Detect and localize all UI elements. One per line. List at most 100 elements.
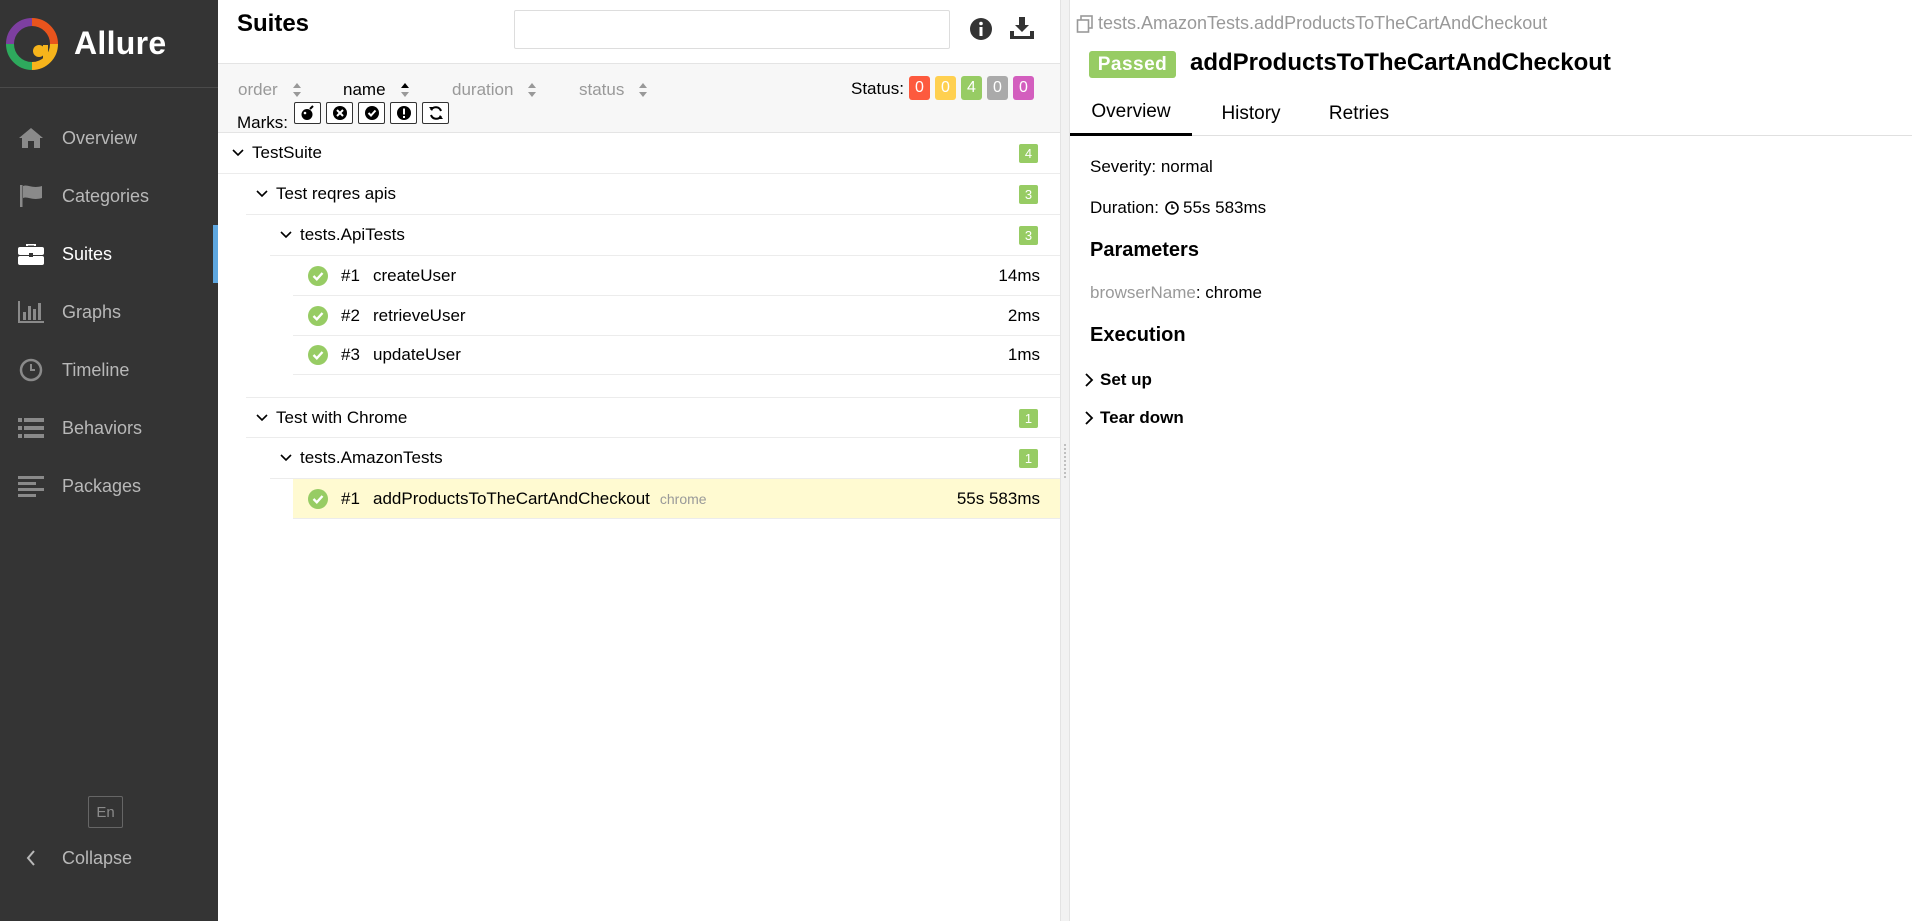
brand[interactable]: Allure — [0, 0, 218, 88]
status-badge-failed[interactable]: 0 — [909, 76, 930, 100]
info-icon[interactable] — [969, 17, 993, 46]
sidebar-item-packages[interactable]: Packages — [0, 457, 218, 515]
sidebar-item-suites[interactable]: Suites — [0, 225, 218, 283]
sidebar-item-timeline[interactable]: Timeline — [0, 341, 218, 399]
page-title: Suites — [237, 10, 310, 37]
sort-status[interactable]: status — [579, 80, 648, 100]
tree-group-name: tests.AmazonTests — [300, 448, 443, 467]
tab-overview[interactable]: Overview — [1070, 91, 1192, 136]
sort-duration[interactable]: duration — [452, 80, 537, 100]
sidebar-item-label: Graphs — [62, 301, 122, 322]
tree-group-testsuite[interactable]: TestSuite 4 — [218, 133, 1060, 174]
sidebar-item-label: Suites — [62, 243, 113, 264]
test-number: #1 — [341, 488, 360, 508]
mark-new-passed-button[interactable] — [358, 102, 385, 124]
setup-step[interactable]: Set up — [1084, 370, 1152, 390]
briefcase-icon — [16, 241, 46, 267]
sidebar-item-label: Overview — [62, 127, 138, 148]
parameter-name: browserName — [1090, 283, 1196, 302]
sidebar-item-graphs[interactable]: Graphs — [0, 283, 218, 341]
chevron-down-icon — [254, 190, 270, 198]
sort-icon — [528, 83, 537, 97]
chevron-down-icon — [278, 454, 294, 462]
clock-icon — [16, 357, 46, 383]
status-badge-skipped[interactable]: 0 — [987, 76, 1008, 100]
align-left-icon — [16, 473, 46, 499]
test-title: addProductsToTheCartAndCheckout — [1190, 49, 1611, 76]
chevron-down-icon — [278, 231, 294, 239]
test-fullname[interactable]: tests.AmazonTests.addProductsToTheCartAn… — [1076, 13, 1547, 34]
count-badge: 1 — [1019, 449, 1038, 468]
sidebar-item-behaviors[interactable]: Behaviors — [0, 399, 218, 457]
tab-retries[interactable]: Retries — [1322, 91, 1396, 136]
execution-title: Execution — [1090, 324, 1186, 346]
test-duration: 55s 583ms — [956, 488, 1040, 508]
tree-group-reqres[interactable]: Test reqres apis 3 — [246, 174, 1060, 215]
status-filter: 0 0 4 0 0 — [909, 76, 1034, 100]
duration: Duration: 55s 583ms — [1090, 198, 1266, 218]
collapse-label: Collapse — [62, 847, 133, 868]
sort-name[interactable]: name — [343, 80, 410, 100]
suites-pane: Suites order name duration status Status… — [218, 0, 1060, 921]
count-badge: 3 — [1019, 226, 1038, 245]
mark-retries-button[interactable] — [422, 102, 449, 124]
test-row-addproducts[interactable]: #1 addProductsToTheCartAndCheckout chrom… — [293, 479, 1060, 519]
marks-label: Marks: — [237, 113, 288, 132]
download-icon[interactable] — [1009, 16, 1035, 45]
bar-chart-icon — [16, 299, 46, 325]
collapse-button[interactable]: Collapse — [16, 843, 132, 873]
status-badge-passed[interactable]: 4 — [961, 76, 982, 100]
test-duration: 2ms — [1007, 305, 1040, 325]
test-name: createUser — [373, 265, 457, 285]
test-fullname-text: tests.AmazonTests.addProductsToTheCartAn… — [1098, 13, 1548, 33]
tree-group-chrome[interactable]: Test with Chrome 1 — [246, 397, 1060, 438]
sort-icon — [292, 83, 301, 97]
marks-filter — [294, 102, 449, 124]
chevron-down-icon — [230, 149, 246, 157]
tree-group-name: tests.ApiTests — [300, 225, 405, 244]
check-circle-icon — [308, 305, 328, 326]
sidebar-item-overview[interactable]: Overview — [0, 109, 218, 167]
language-button[interactable]: En — [88, 796, 123, 828]
sidebar-item-label: Categories — [62, 185, 150, 206]
teardown-step[interactable]: Tear down — [1084, 408, 1184, 428]
mark-new-failed-button[interactable] — [326, 102, 353, 124]
tree-group-name: Test with Chrome — [276, 407, 408, 427]
refresh-icon — [428, 106, 443, 120]
test-duration: 14ms — [998, 265, 1040, 285]
detail-tabs: Overview History Retries — [1070, 91, 1912, 136]
test-name: updateUser — [373, 344, 461, 364]
sort-status-label: status — [579, 80, 625, 99]
copy-icon[interactable] — [1076, 14, 1094, 33]
test-row-updateuser[interactable]: #3 updateUser 1ms — [293, 335, 1060, 375]
test-number: #3 — [341, 344, 360, 364]
count-badge: 3 — [1019, 185, 1038, 204]
tree-group-apitests[interactable]: tests.ApiTests 3 — [270, 215, 1060, 256]
status-badge-unknown[interactable]: 0 — [1013, 76, 1034, 100]
mark-flaky-button[interactable] — [294, 102, 321, 124]
test-name: addProductsToTheCartAndCheckout — [373, 488, 650, 508]
sidebar-item-label: Packages — [62, 475, 142, 496]
test-row-retrieveuser[interactable]: #2 retrieveUser 2ms — [293, 296, 1060, 336]
pane-splitter[interactable] — [1060, 0, 1070, 921]
search-input[interactable] — [514, 10, 950, 49]
mark-new-broken-button[interactable] — [390, 102, 417, 124]
drag-handle-icon[interactable] — [1063, 443, 1067, 479]
bomb-icon — [301, 105, 314, 120]
parameters-title: Parameters — [1090, 239, 1199, 261]
times-circle-icon — [332, 106, 347, 120]
test-duration: 1ms — [1007, 344, 1040, 364]
tab-history[interactable]: History — [1212, 91, 1290, 136]
tree-group-amazontests[interactable]: tests.AmazonTests 1 — [270, 438, 1060, 479]
severity: Severity: normal — [1090, 157, 1213, 176]
parameter-value: : chrome — [1195, 283, 1262, 302]
test-row-createuser[interactable]: #1 createUser 14ms — [293, 256, 1060, 296]
sidebar-item-categories[interactable]: Categories — [0, 167, 218, 225]
test-name: retrieveUser — [373, 305, 466, 325]
sort-order[interactable]: order — [238, 80, 302, 100]
sidebar-nav: Overview Categories Suites Graphs Timeli… — [0, 109, 218, 515]
home-icon — [16, 125, 46, 151]
flag-icon — [16, 183, 46, 209]
sort-order-label: order — [238, 80, 278, 99]
status-badge-broken[interactable]: 0 — [935, 76, 956, 100]
